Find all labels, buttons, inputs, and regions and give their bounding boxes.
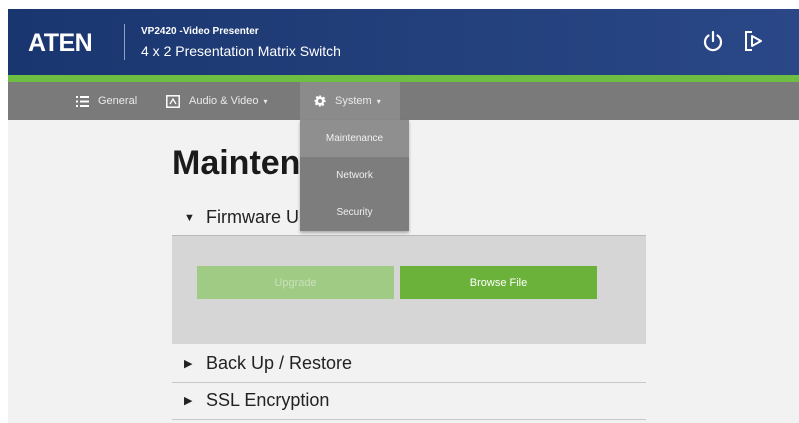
app-header: ATEN VP2420 -Video Presenter 4 x 2 Prese… xyxy=(8,9,799,75)
product-name: 4 x 2 Presentation Matrix Switch xyxy=(141,43,341,59)
nav-general-label: General xyxy=(98,95,138,107)
power-icon[interactable] xyxy=(701,29,725,53)
gear-icon xyxy=(314,95,326,107)
app-frame: ATEN VP2420 -Video Presenter 4 x 2 Prese… xyxy=(8,9,799,423)
nav-general[interactable]: General xyxy=(76,82,137,120)
section-label: SSL Encryption xyxy=(206,390,330,410)
section-firmware-upgrade[interactable]: ▼ Firmware Upgrade xyxy=(172,199,646,236)
section-label: Back Up / Restore xyxy=(206,353,353,373)
collapsed-triangle-icon: ▶ xyxy=(184,358,193,370)
section-backup-restore[interactable]: ▶ Back Up / Restore xyxy=(172,345,646,383)
chevron-down-icon: ▾ xyxy=(376,96,381,106)
logout-icon[interactable] xyxy=(742,29,766,53)
menu-item-maintenance[interactable]: Maintenance xyxy=(300,120,409,157)
model-name: VP2420 -Video Presenter xyxy=(141,26,259,37)
firmware-panel: Upgrade Browse File xyxy=(172,235,646,344)
logo-divider xyxy=(124,24,125,60)
nav-system-label: System xyxy=(335,95,372,107)
section-ssl-encryption[interactable]: ▶ SSL Encryption xyxy=(172,382,646,420)
nav-audio-video-label: Audio & Video xyxy=(189,95,259,107)
list-icon xyxy=(76,95,89,107)
av-icon xyxy=(166,94,180,108)
collapsed-triangle-icon: ▶ xyxy=(184,395,193,407)
chevron-down-icon: ▾ xyxy=(263,96,268,106)
main-nav: General Audio & Video ▾ System ▾ xyxy=(8,82,799,120)
nav-audio-video[interactable]: Audio & Video ▾ xyxy=(166,82,268,120)
upgrade-button[interactable]: Upgrade xyxy=(197,266,394,299)
browse-file-button[interactable]: Browse File xyxy=(400,266,597,299)
header-accent-bar xyxy=(8,75,799,82)
aten-logo: ATEN xyxy=(28,29,93,57)
system-dropdown-menu: Maintenance Network Security xyxy=(300,120,409,231)
nav-system[interactable]: System ▾ xyxy=(300,82,400,120)
expanded-triangle-icon: ▼ xyxy=(184,211,195,224)
menu-item-network[interactable]: Network xyxy=(300,157,409,194)
menu-item-security[interactable]: Security xyxy=(300,194,409,231)
